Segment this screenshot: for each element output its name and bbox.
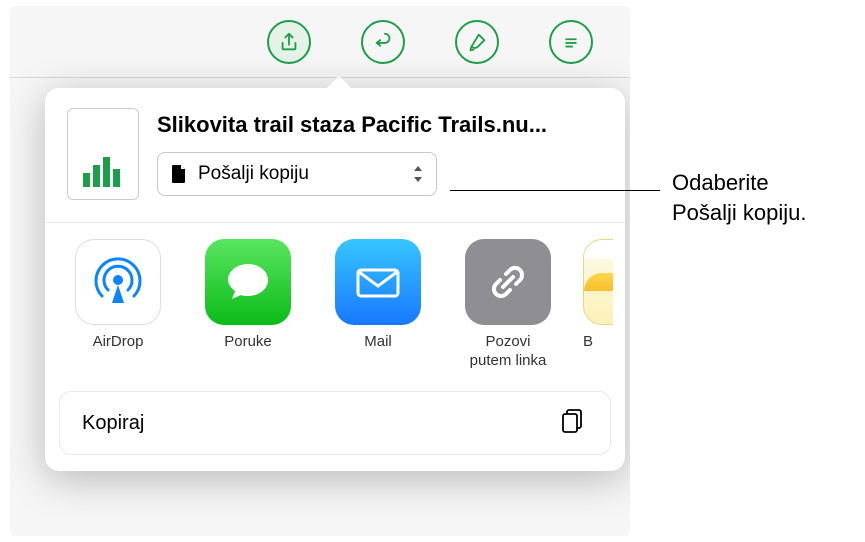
notes-icon	[583, 239, 613, 325]
undo-icon	[372, 31, 394, 53]
document-meta: Slikovita trail staza Pacific Trails.nu.…	[157, 112, 603, 196]
toolbar	[10, 6, 630, 78]
send-mode-select[interactable]: Pošalji kopiju	[157, 152, 437, 196]
share-target-invite-link[interactable]: Pozovi putem linka	[453, 239, 563, 371]
share-target-label: Poruke	[224, 333, 272, 371]
share-target-notes[interactable]: B	[583, 239, 613, 371]
link-icon	[465, 239, 551, 325]
popover-header: Slikovita trail staza Pacific Trails.nu.…	[45, 88, 625, 223]
document-title: Slikovita trail staza Pacific Trails.nu.…	[157, 112, 603, 138]
messages-icon	[205, 239, 291, 325]
document-icon	[170, 164, 188, 184]
share-target-label: Mail	[364, 333, 392, 371]
callout-text: Odaberite Pošalji kopiju.	[672, 168, 807, 227]
paintbrush-icon	[466, 31, 488, 53]
share-target-label: Pozovi putem linka	[470, 333, 547, 371]
copy-action[interactable]: Kopiraj	[59, 391, 611, 455]
share-target-label: AirDrop	[93, 333, 144, 371]
share-popover: Slikovita trail staza Pacific Trails.nu.…	[45, 88, 625, 471]
app-window: Slikovita trail staza Pacific Trails.nu.…	[10, 6, 630, 536]
more-icon	[560, 31, 582, 53]
callout-line1: Odaberite	[672, 170, 769, 195]
actions-list: Kopiraj	[59, 391, 611, 455]
undo-button[interactable]	[361, 20, 405, 64]
share-target-mail[interactable]: Mail	[323, 239, 433, 371]
callout-line2: Pošalji kopiju.	[672, 200, 807, 225]
airdrop-icon	[75, 239, 161, 325]
share-target-messages[interactable]: Poruke	[193, 239, 303, 371]
share-button[interactable]	[267, 20, 311, 64]
share-target-label: B	[583, 333, 593, 371]
share-targets-row: AirDrop Poruke Mail Pozovi putem linka	[45, 223, 625, 381]
send-mode-label: Pošalji kopiju	[198, 163, 309, 185]
mail-icon	[335, 239, 421, 325]
chart-icon	[80, 151, 126, 189]
share-target-airdrop[interactable]: AirDrop	[63, 239, 173, 371]
document-thumbnail	[67, 108, 139, 200]
copy-icon	[558, 406, 588, 441]
format-button[interactable]	[455, 20, 499, 64]
chevron-updown-icon	[412, 165, 424, 183]
callout-leader-line	[450, 190, 660, 191]
share-icon	[278, 31, 300, 53]
more-button[interactable]	[549, 20, 593, 64]
copy-action-label: Kopiraj	[82, 412, 144, 435]
